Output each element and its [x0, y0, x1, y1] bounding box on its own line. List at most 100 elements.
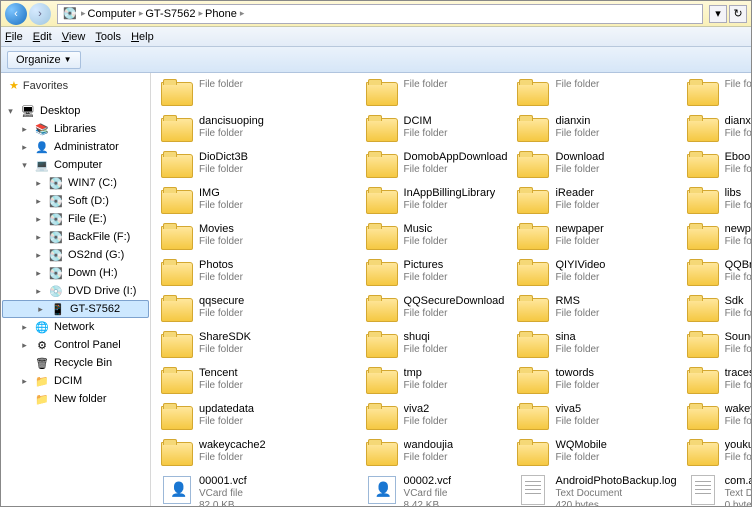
tree-item-label: Network [54, 321, 94, 333]
folder-item[interactable]: qqsecureFile folder [157, 293, 358, 327]
tree-item[interactable]: ▸💽Down (H:) [1, 264, 150, 282]
expand-icon[interactable]: ▾ [5, 106, 16, 117]
favorites-header[interactable]: ★ Favorites [1, 77, 150, 94]
breadcrumb-segment[interactable]: ▸Computer [81, 8, 136, 20]
file-item[interactable]: 00001.vcfVCard file82.0 KB [157, 473, 358, 506]
folder-item[interactable]: PicturesFile folder [362, 257, 510, 291]
folder-item[interactable]: IMGFile folder [157, 185, 358, 219]
expand-icon[interactable]: ▸ [33, 250, 44, 261]
expand-icon[interactable]: ▸ [19, 124, 30, 135]
expand-icon[interactable]: ▸ [19, 376, 30, 387]
tree-item[interactable]: ▸💿DVD Drive (I:) [1, 282, 150, 300]
file-item[interactable]: AndroidPhotoBackup.logText Document420 b… [513, 473, 678, 506]
address-dropdown-button[interactable]: ▾ [709, 5, 727, 23]
folder-item[interactable]: tracesFile folder [683, 365, 751, 399]
menu-help[interactable]: Help [131, 31, 154, 43]
folder-item[interactable]: dianxinosFile folder [683, 113, 751, 147]
folder-item[interactable]: MusicFile folder [362, 221, 510, 255]
folder-icon [515, 403, 551, 433]
expand-icon[interactable]: ▸ [35, 304, 46, 315]
folder-item[interactable]: dianxinFile folder [513, 113, 678, 147]
refresh-button[interactable]: ↻ [729, 5, 747, 23]
tree-item[interactable]: ▸🌐Network [1, 318, 150, 336]
folder-item[interactable]: QQSecureDownloadFile folder [362, 293, 510, 327]
folder-item[interactable]: iReaderFile folder [513, 185, 678, 219]
expand-icon[interactable]: ▸ [19, 142, 30, 153]
folder-item[interactable]: WQMobileFile folder [513, 437, 678, 471]
menu-edit[interactable]: Edit [33, 31, 52, 43]
folder-item[interactable]: RMSFile folder [513, 293, 678, 327]
breadcrumb-tail[interactable]: ▸ [240, 8, 245, 19]
folder-item[interactable]: PhotosFile folder [157, 257, 358, 291]
folder-item[interactable]: EbookFile folder [683, 149, 751, 183]
nav-back-button[interactable]: ‹ [5, 3, 27, 25]
file-item[interactable]: 00002.vcfVCard file8.42 KB [362, 473, 510, 506]
tree-item[interactable]: ▾💻Computer [1, 156, 150, 174]
folder-item[interactable]: towordsFile folder [513, 365, 678, 399]
folder-item[interactable]: DomobAppDownloadFile folder [362, 149, 510, 183]
tree-item[interactable]: ▸💽OS2nd (G:) [1, 246, 150, 264]
tree-item-icon: 💽 [48, 229, 64, 245]
nav-forward-button[interactable]: › [29, 3, 51, 25]
tree-item[interactable]: 🗑Recycle Bin [1, 354, 150, 372]
folder-item[interactable]: DioDict3BFile folder [157, 149, 358, 183]
folder-item[interactable]: ShareSDKFile folder [157, 329, 358, 363]
tree-item[interactable]: ▸📱GT-S7562 [2, 300, 149, 318]
address-box[interactable]: 💽 ▸Computer ▸GT-S7562 ▸Phone ▸ [57, 4, 703, 24]
tree-item[interactable]: ▸💽WIN7 (C:) [1, 174, 150, 192]
expand-icon[interactable]: ▸ [33, 286, 44, 297]
tree-item[interactable]: ▸💽Soft (D:) [1, 192, 150, 210]
tree-item[interactable]: ▸📚Libraries [1, 120, 150, 138]
folder-item[interactable]: File folder [683, 77, 751, 111]
expand-icon[interactable]: ▸ [33, 178, 44, 189]
folder-item[interactable]: wakeycache2File folder [157, 437, 358, 471]
folder-item[interactable]: File folder [362, 77, 510, 111]
folder-item[interactable]: shuqiFile folder [362, 329, 510, 363]
item-size: 82.0 KB [199, 500, 247, 506]
folder-item[interactable]: SdkFile folder [683, 293, 751, 327]
folder-item[interactable]: wandoujiaFile folder [362, 437, 510, 471]
folder-item[interactable]: newpapertempFile folder [683, 221, 751, 255]
folder-item[interactable]: File folder [513, 77, 678, 111]
folder-item[interactable]: DCIMFile folder [362, 113, 510, 147]
expand-icon[interactable]: ▸ [33, 196, 44, 207]
expand-icon[interactable]: ▸ [33, 214, 44, 225]
tree-item[interactable]: ▸💽BackFile (F:) [1, 228, 150, 246]
folder-item[interactable]: newpaperFile folder [513, 221, 678, 255]
folder-item[interactable]: tmpFile folder [362, 365, 510, 399]
expand-icon[interactable]: ▸ [33, 232, 44, 243]
tree-item[interactable]: ▾🖥Desktop [1, 102, 150, 120]
folder-item[interactable]: wakeycacheFile folder [683, 401, 751, 435]
tree-item[interactable]: ▸👤Administrator [1, 138, 150, 156]
folder-item[interactable]: MoviesFile folder [157, 221, 358, 255]
folder-item[interactable]: dancisuopingFile folder [157, 113, 358, 147]
menu-view[interactable]: View [62, 31, 86, 43]
folder-item[interactable]: File folder [157, 77, 358, 111]
file-item[interactable]: com.autonavi.minimap_0.logText Document0… [683, 473, 751, 506]
expand-icon[interactable]: ▾ [19, 160, 30, 171]
folder-item[interactable]: sinaFile folder [513, 329, 678, 363]
folder-item[interactable]: viva2File folder [362, 401, 510, 435]
folder-item[interactable]: QQBrowserFile folder [683, 257, 751, 291]
tree-item[interactable]: ▸📁DCIM [1, 372, 150, 390]
tree-item[interactable]: ▸💽File (E:) [1, 210, 150, 228]
folder-item[interactable]: SoundsFile folder [683, 329, 751, 363]
breadcrumb-segment[interactable]: ▸GT-S7562 [139, 8, 196, 20]
menu-file[interactable]: File [5, 31, 23, 43]
folder-item[interactable]: updatedataFile folder [157, 401, 358, 435]
folder-item[interactable]: viva5File folder [513, 401, 678, 435]
breadcrumb-segment[interactable]: ▸Phone [199, 8, 237, 20]
folder-item[interactable]: TencentFile folder [157, 365, 358, 399]
expand-icon[interactable]: ▸ [33, 268, 44, 279]
folder-item[interactable]: DownloadFile folder [513, 149, 678, 183]
tree-item[interactable]: 📁New folder [1, 390, 150, 408]
organize-button[interactable]: Organize ▼ [7, 51, 81, 69]
tree-item[interactable]: ▸⚙Control Panel [1, 336, 150, 354]
expand-icon[interactable]: ▸ [19, 340, 30, 351]
menu-tools[interactable]: Tools [95, 31, 121, 43]
expand-icon[interactable]: ▸ [19, 322, 30, 333]
folder-item[interactable]: youkuFile folder [683, 437, 751, 471]
folder-item[interactable]: QIYIVideoFile folder [513, 257, 678, 291]
folder-item[interactable]: libsFile folder [683, 185, 751, 219]
folder-item[interactable]: InAppBillingLibraryFile folder [362, 185, 510, 219]
